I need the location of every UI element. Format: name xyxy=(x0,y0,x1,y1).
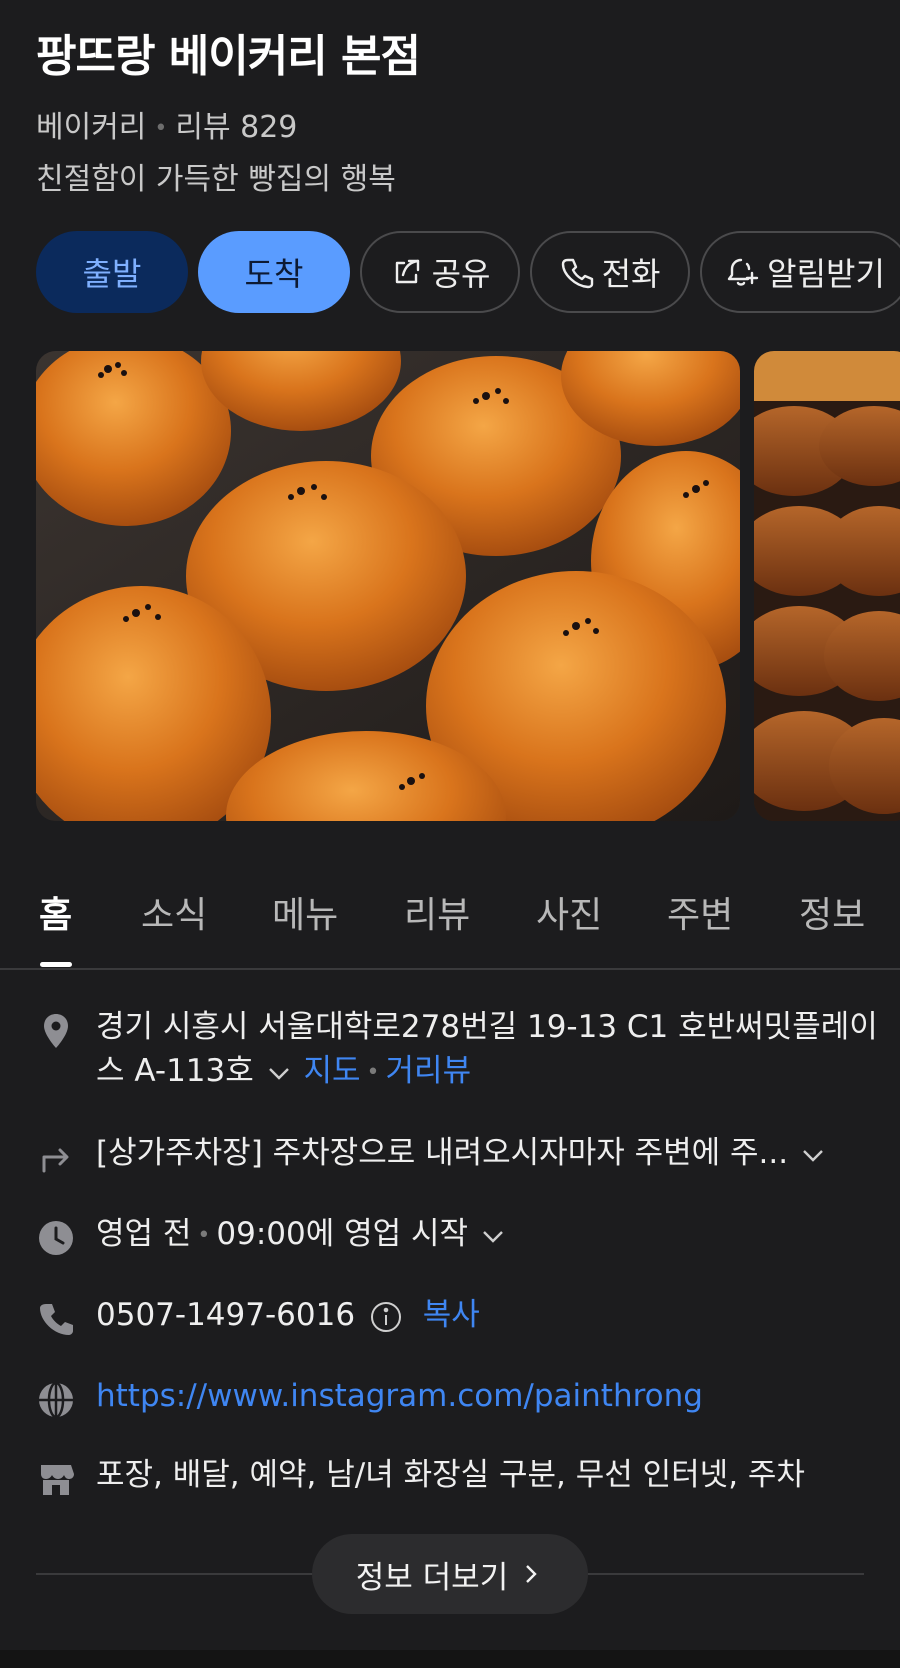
street-view-link[interactable]: 거리뷰 xyxy=(386,1053,472,1089)
chevron-down-icon[interactable] xyxy=(478,1221,508,1251)
store-icon xyxy=(41,1465,74,1495)
map-link[interactable]: 지도 xyxy=(304,1053,361,1089)
turn-arrow-icon xyxy=(42,1148,69,1173)
hours-detail: 09:00에 영업 시작 xyxy=(216,1216,469,1252)
address-row: 경기 시흥시 서울대학로278번길 19-13 C1 호반써밋플레이 스 A-1… xyxy=(36,1005,878,1097)
info-icon[interactable] xyxy=(369,1300,403,1334)
tab-photos[interactable]: 사진 xyxy=(536,886,602,938)
action-bar: 출발 도착 공유 전화 알림받기 xyxy=(36,231,900,315)
tab-reviews[interactable]: 리뷰 xyxy=(404,886,470,938)
call-button[interactable]: 전화 xyxy=(530,231,690,313)
more-info-button[interactable]: 정보 더보기 xyxy=(312,1534,588,1614)
chevron-down-icon[interactable] xyxy=(264,1058,294,1088)
tab-news[interactable]: 소식 xyxy=(141,886,207,938)
photo-croissants[interactable] xyxy=(754,351,900,821)
tab-info[interactable]: 정보 xyxy=(799,886,865,938)
amenities-text: 포장, 배달, 예약, 남/녀 화장실 구분, 무선 인터넷, 주차 xyxy=(96,1457,805,1493)
tab-home[interactable]: 홈 xyxy=(39,886,72,938)
arrive-button[interactable]: 도착 xyxy=(198,231,350,313)
place-description: 친절함이 가득한 빵집의 행복 xyxy=(36,162,396,197)
hours-status: 영업 전 xyxy=(96,1216,192,1252)
place-title: 팡뜨랑 베이커리 본점 xyxy=(36,31,421,82)
directions-text: [상가주차장] 주차장으로 내려오시자마자 주변에 주... xyxy=(96,1135,789,1171)
share-button[interactable]: 공유 xyxy=(360,231,520,313)
clock-icon xyxy=(39,1221,73,1255)
website-link[interactable]: https://www.instagram.com/painthrong xyxy=(96,1378,703,1414)
copy-phone-button[interactable]: 복사 xyxy=(423,1297,480,1333)
bell-plus-icon xyxy=(727,258,759,286)
bottom-edge xyxy=(0,1650,900,1668)
alarm-button[interactable]: 알림받기 xyxy=(700,231,900,313)
location-pin-icon xyxy=(44,1014,68,1048)
active-tab-indicator xyxy=(40,962,72,967)
tab-menu[interactable]: 메뉴 xyxy=(272,886,338,938)
phone-icon xyxy=(40,1304,73,1335)
chevron-down-icon[interactable] xyxy=(798,1140,828,1170)
depart-button[interactable]: 출발 xyxy=(36,231,188,313)
review-count[interactable]: 리뷰 829 xyxy=(175,110,297,145)
tab-nearby[interactable]: 주변 xyxy=(667,886,733,938)
photo-bread-buns[interactable] xyxy=(36,351,740,821)
phone-number[interactable]: 0507-1497-6016 xyxy=(96,1297,355,1333)
chevron-right-icon xyxy=(526,1565,537,1583)
tab-bar: 홈 소식 메뉴 리뷰 사진 주변 정보 xyxy=(0,886,900,970)
address-line1: 경기 시흥시 서울대학로278번길 19-13 C1 호반써밋플레이 xyxy=(96,1009,878,1045)
globe-icon xyxy=(39,1381,73,1419)
bread-buns-image xyxy=(36,351,740,821)
place-meta: 베이커리 • 리뷰 829 xyxy=(36,110,298,145)
place-category: 베이커리 xyxy=(36,110,147,145)
phone-icon xyxy=(561,258,593,289)
address-line2: 스 A-113호 xyxy=(96,1053,254,1089)
croissant-image xyxy=(754,351,900,821)
share-icon xyxy=(395,259,419,284)
